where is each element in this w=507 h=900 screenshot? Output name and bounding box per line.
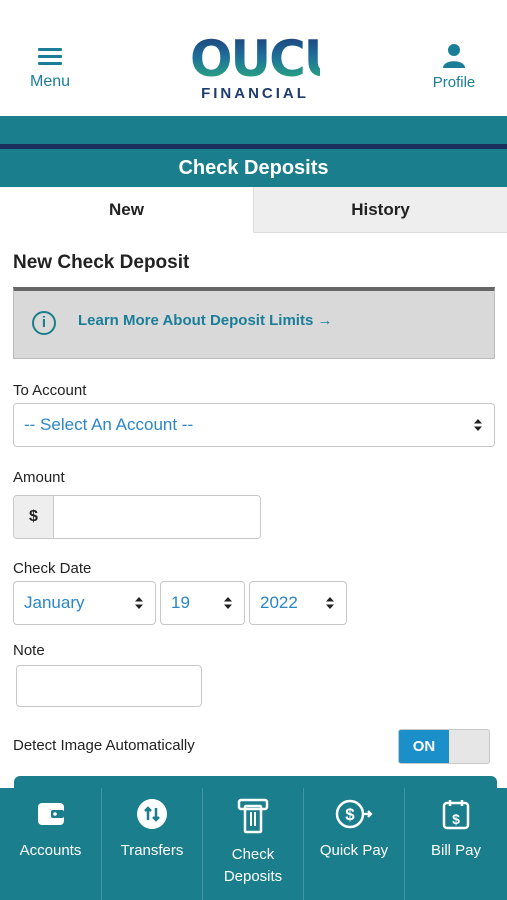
to-account-label: To Account — [13, 382, 87, 399]
nav-label: Bill Pay — [430, 842, 482, 859]
nav-label: Transfers — [120, 842, 184, 859]
nav-accounts[interactable]: Accounts — [0, 788, 101, 900]
nav-label: Check Deposits — [223, 846, 283, 885]
check-year-value: 2022 — [260, 593, 298, 612]
check-date-label: Check Date — [13, 560, 92, 577]
profile-label: Profile — [432, 74, 476, 91]
info-icon: i — [32, 311, 56, 335]
app-header: Menu OUCU FINANCIAL Profile — [0, 0, 507, 116]
check-deposit-icon — [237, 798, 269, 834]
wallet-icon — [37, 803, 64, 825]
quick-pay-icon: $ — [335, 799, 373, 829]
note-label: Note — [13, 642, 45, 659]
toggle-on-label: ON — [399, 730, 449, 763]
menu-label: Menu — [29, 73, 71, 90]
tab-new[interactable]: New — [0, 187, 253, 233]
logo-subtitle: FINANCIAL — [201, 85, 309, 102]
nav-transfers[interactable]: Transfers — [101, 788, 202, 900]
tab-history[interactable]: History — [253, 187, 507, 233]
detect-image-label: Detect Image Automatically — [13, 737, 195, 754]
page-title: Check Deposits — [0, 149, 507, 187]
toggle-knob — [451, 732, 488, 761]
select-arrows-icon — [224, 597, 232, 609]
nav-label: Accounts — [19, 842, 82, 859]
svg-text:$: $ — [345, 805, 355, 824]
check-day-select[interactable]: 19 — [160, 581, 245, 625]
select-arrows-icon — [326, 597, 334, 609]
section-title: New Check Deposit — [13, 252, 190, 273]
oucu-logo: OUCU FINANCIAL — [190, 30, 344, 102]
detect-image-toggle[interactable]: ON — [398, 729, 490, 764]
profile-button[interactable]: Profile — [429, 42, 479, 91]
user-icon — [443, 44, 465, 68]
check-year-select[interactable]: 2022 — [249, 581, 347, 625]
nav-quick-pay[interactable]: $ Quick Pay — [303, 788, 404, 900]
currency-prefix: $ — [14, 496, 54, 538]
nav-check-deposits[interactable]: Check Deposits — [202, 788, 303, 900]
header-band — [0, 116, 507, 144]
amount-field-group: $ — [13, 495, 261, 539]
logo-mark: OUCU — [190, 30, 344, 88]
amount-label: Amount — [13, 469, 65, 486]
to-account-select[interactable]: -- Select An Account -- — [13, 403, 495, 447]
svg-text:$: $ — [452, 811, 460, 827]
menu-button[interactable]: Menu — [26, 48, 74, 91]
info-banner: i Learn More About Deposit Limits → — [13, 287, 495, 359]
deposit-limits-link[interactable]: Learn More About Deposit Limits → — [78, 312, 332, 329]
nav-bill-pay[interactable]: $ Bill Pay — [404, 788, 507, 900]
to-account-value: -- Select An Account -- — [24, 415, 194, 434]
bottom-nav: Accounts Transfers Check Deposits $ Quic… — [0, 788, 507, 900]
transfer-icon — [137, 799, 167, 829]
check-month-value: January — [24, 593, 85, 612]
select-arrows-icon — [474, 419, 482, 431]
select-arrows-icon — [135, 597, 143, 609]
note-input[interactable] — [16, 665, 202, 707]
amount-input[interactable] — [55, 496, 260, 538]
check-month-select[interactable]: January — [13, 581, 156, 625]
bill-pay-icon: $ — [442, 800, 470, 830]
tab-bar: New History — [0, 187, 507, 233]
check-day-value: 19 — [171, 593, 190, 612]
nav-label: Quick Pay — [319, 842, 389, 859]
hamburger-icon — [38, 48, 62, 65]
